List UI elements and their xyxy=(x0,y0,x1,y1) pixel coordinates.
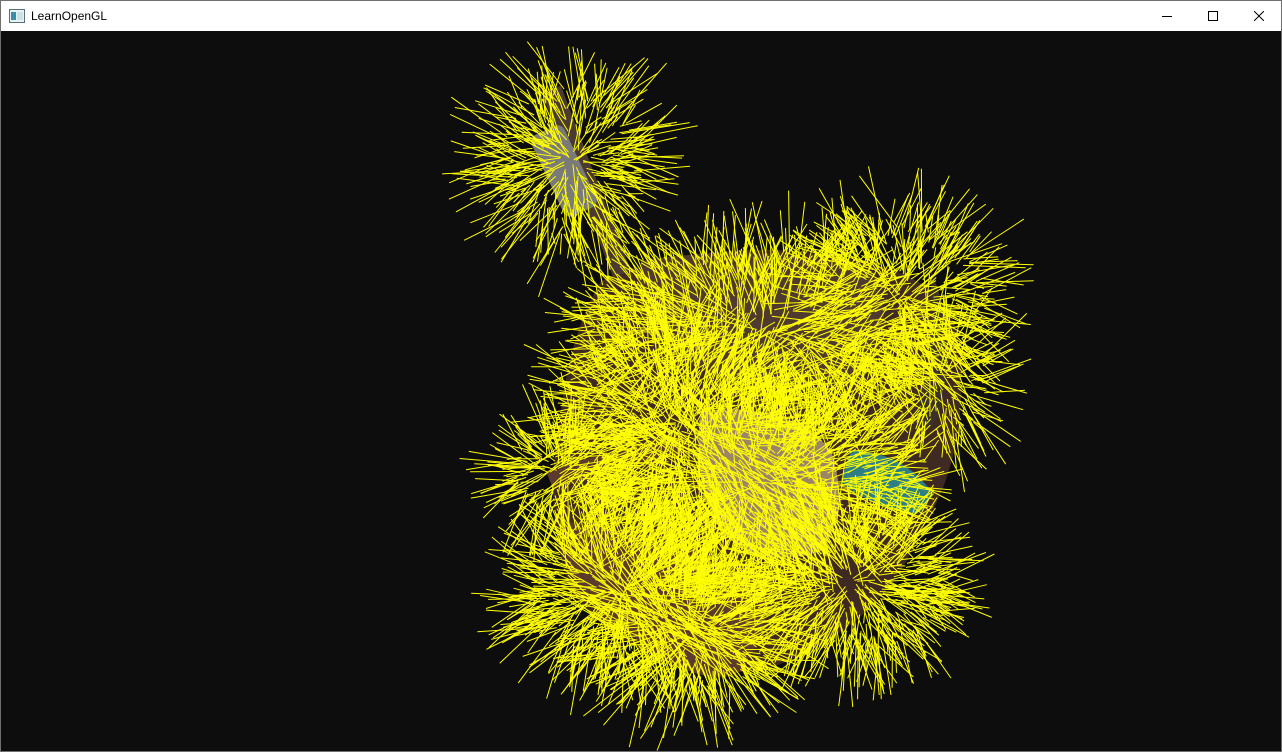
normal-line xyxy=(505,493,537,532)
window-app-icon xyxy=(9,9,25,23)
normal-line xyxy=(945,296,948,333)
rendered-scene xyxy=(442,41,1034,751)
maximize-icon xyxy=(1208,11,1218,21)
title-bar[interactable]: LearnOpenGL xyxy=(1,1,1281,31)
normal-line xyxy=(713,545,715,562)
close-button[interactable] xyxy=(1236,1,1282,31)
normal-line xyxy=(977,365,1020,382)
normal-line xyxy=(590,156,605,161)
normal-line xyxy=(853,517,855,530)
normal-line xyxy=(973,392,987,406)
normal-line xyxy=(964,383,999,396)
normal-line xyxy=(599,59,602,97)
normal-line xyxy=(505,51,542,96)
normal-line xyxy=(964,412,985,452)
minimize-button[interactable] xyxy=(1144,1,1190,31)
opengl-viewport[interactable] xyxy=(1,31,1281,751)
normal-line xyxy=(561,443,563,466)
normal-line xyxy=(981,313,1028,359)
normal-line xyxy=(797,201,806,259)
normal-line xyxy=(773,253,776,305)
normal-line xyxy=(634,104,678,149)
normal-line xyxy=(963,264,1026,269)
normal-line xyxy=(972,376,1004,393)
normal-line xyxy=(969,244,1008,263)
normal-line xyxy=(979,297,995,300)
normal-line xyxy=(974,262,1034,266)
window-title: LearnOpenGL xyxy=(31,9,108,23)
app-window: LearnOpenGL xyxy=(0,0,1282,752)
normal-line xyxy=(775,257,778,280)
normal-line xyxy=(640,162,665,168)
normal-line xyxy=(610,70,633,122)
normal-line xyxy=(581,638,584,654)
normal-line xyxy=(620,184,645,213)
normal-line xyxy=(858,175,898,227)
normal-line xyxy=(515,426,541,462)
normal-line xyxy=(559,233,563,255)
minimize-icon xyxy=(1162,11,1172,21)
normal-line xyxy=(619,124,672,134)
normal-line xyxy=(901,187,922,227)
normal-line xyxy=(567,481,569,541)
normal-line xyxy=(455,179,514,213)
normal-line xyxy=(566,52,596,109)
normal-line xyxy=(909,242,912,254)
normal-line xyxy=(485,90,543,129)
normal-line xyxy=(496,442,533,452)
normal-line xyxy=(910,202,928,229)
normal-line xyxy=(971,296,1015,307)
normal-line xyxy=(779,210,785,252)
normal-line xyxy=(631,536,633,557)
normal-line xyxy=(500,203,541,248)
normal-line xyxy=(562,381,577,384)
normal-line xyxy=(522,384,545,434)
normal-line xyxy=(771,479,790,481)
normal-line xyxy=(498,211,533,233)
normal-line xyxy=(916,203,920,269)
normal-line xyxy=(588,121,598,143)
normal-line xyxy=(476,135,525,161)
normal-line xyxy=(975,400,992,407)
normal-line xyxy=(530,588,587,590)
normal-line xyxy=(909,205,912,230)
normal-line xyxy=(701,492,720,495)
close-icon xyxy=(1254,11,1264,21)
maximize-button[interactable] xyxy=(1190,1,1236,31)
